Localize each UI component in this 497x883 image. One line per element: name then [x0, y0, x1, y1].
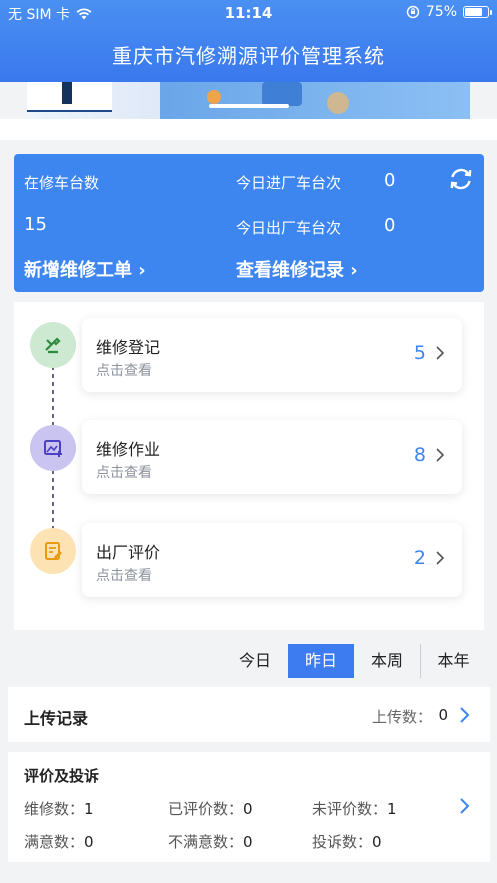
repair-work-icon — [30, 425, 76, 471]
unsatisfied-count: 不满意数：0 — [168, 833, 253, 851]
upload-count-label: 上传数： — [371, 708, 432, 726]
repairing-label: 在修车台数 — [24, 174, 100, 192]
upload-records-row[interactable]: 上传记录 上传数： 0 — [8, 687, 490, 742]
chevron-right-icon[interactable] — [458, 707, 470, 723]
app-header: 无 SIM 卡 11:14 75% 重庆市汽修溯源评价管理系统 — [0, 0, 497, 82]
review-complaints-section[interactable]: 评价及投诉 维修数：1 已评价数：0 未评价数：1 满意数：0 不满意数：0 投… — [8, 752, 490, 862]
flow-card-count: 8 — [413, 444, 426, 466]
repairs-count: 维修数：1 — [24, 800, 94, 818]
chevron-right-icon — [436, 551, 445, 565]
stats-panel: 在修车台数 15 今日进厂车台次 0 今日出厂车台次 0 新增维修工单 › 查看… — [14, 154, 484, 292]
carousel-indicator — [209, 104, 289, 108]
period-tabs: 今日 昨日 本周 本年 — [222, 644, 486, 678]
out-today-value: 0 — [384, 215, 396, 236]
unreviewed-count: 未评价数：1 — [312, 800, 397, 818]
flow-card-title: 维修登记 — [96, 338, 161, 357]
in-today-label: 今日进厂车台次 — [236, 174, 342, 192]
flow-card-title: 维修作业 — [96, 440, 161, 459]
status-bar: 无 SIM 卡 11:14 75% — [0, 0, 497, 26]
view-records-link[interactable]: 查看维修记录 › — [236, 256, 358, 282]
tab-today[interactable]: 今日 — [222, 644, 288, 678]
upload-count: 0 — [438, 706, 448, 724]
flow-card-subtitle: 点击查看 — [96, 363, 152, 379]
repairing-value: 15 — [24, 214, 47, 235]
flow-card-title: 出厂评价 — [96, 543, 161, 562]
tab-week[interactable]: 本周 — [354, 644, 420, 678]
complaints-count: 投诉数：0 — [312, 833, 382, 851]
rotation-lock-icon — [406, 5, 420, 19]
repair-flow: 维修登记 点击查看 5 维修作业 点击查看 8 出厂评价 点击查看 2 — [14, 302, 484, 630]
upload-title: 上传记录 — [24, 709, 89, 728]
chevron-right-icon — [436, 448, 445, 462]
tab-year[interactable]: 本年 — [420, 644, 486, 678]
flow-card-count: 5 — [413, 342, 426, 364]
chevron-right-icon[interactable] — [458, 798, 470, 814]
reviewed-count: 已评价数：0 — [168, 800, 253, 818]
flow-card-work[interactable]: 维修作业 点击查看 8 — [82, 420, 462, 494]
exit-review-icon — [30, 528, 76, 574]
new-order-link[interactable]: 新增维修工单 › — [24, 256, 146, 282]
satisfied-count: 满意数：0 — [24, 833, 94, 851]
chevron-right-icon — [436, 346, 445, 360]
battery-percent: 75% — [425, 4, 457, 20]
tab-yesterday[interactable]: 昨日 — [288, 644, 354, 678]
flow-card-subtitle: 点击查看 — [96, 465, 152, 481]
in-today-value: 0 — [384, 170, 396, 191]
repair-register-icon — [30, 322, 76, 368]
battery-icon — [463, 6, 492, 18]
out-today-label: 今日出厂车台次 — [236, 219, 342, 237]
banner-carousel[interactable] — [27, 82, 470, 119]
review-title: 评价及投诉 — [24, 767, 100, 785]
flow-card-subtitle: 点击查看 — [96, 568, 152, 584]
refresh-icon[interactable] — [448, 166, 474, 192]
flow-card-count: 2 — [413, 547, 426, 569]
flow-card-review[interactable]: 出厂评价 点击查看 2 — [82, 523, 462, 597]
app-title: 重庆市汽修溯源评价管理系统 — [112, 44, 385, 68]
flow-card-register[interactable]: 维修登记 点击查看 5 — [82, 318, 462, 392]
